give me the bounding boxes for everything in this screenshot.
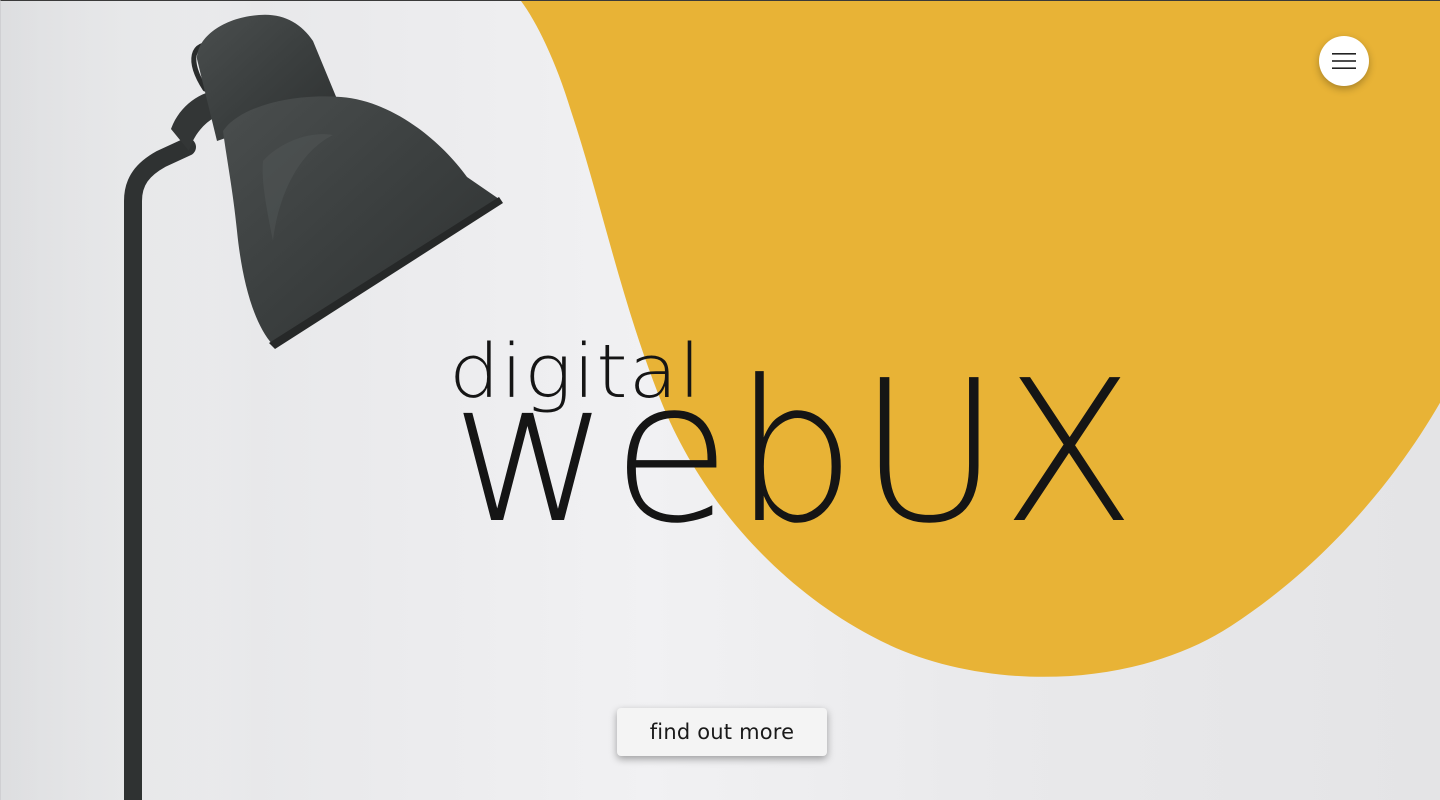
brand-word-webux: webUX: [451, 339, 1138, 567]
hero-section: digital webUX find out more: [0, 0, 1440, 800]
menu-button[interactable]: [1319, 36, 1369, 86]
hamburger-icon: [1331, 51, 1357, 71]
brand-logo: digital webUX: [449, 331, 1135, 551]
find-out-more-button[interactable]: find out more: [617, 708, 827, 756]
